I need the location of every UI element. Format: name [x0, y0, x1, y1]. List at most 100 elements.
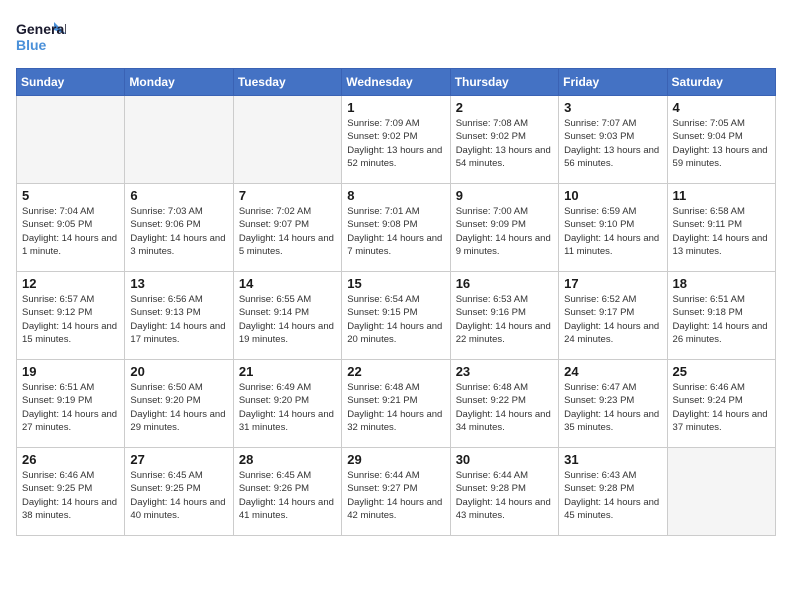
day-number: 20 [130, 364, 227, 379]
day-info: Sunrise: 7:01 AM Sunset: 9:08 PM Dayligh… [347, 205, 444, 258]
calendar-cell: 5 Sunrise: 7:04 AM Sunset: 9:05 PM Daylig… [17, 184, 125, 272]
week-row-1: 1 Sunrise: 7:09 AM Sunset: 9:02 PM Daylig… [17, 96, 776, 184]
day-number: 6 [130, 188, 227, 203]
day-info: Sunrise: 6:55 AM Sunset: 9:14 PM Dayligh… [239, 293, 336, 346]
day-number: 23 [456, 364, 553, 379]
calendar-cell: 26 Sunrise: 6:46 AM Sunset: 9:25 PM Dayli… [17, 448, 125, 536]
day-number: 5 [22, 188, 119, 203]
calendar-cell: 25 Sunrise: 6:46 AM Sunset: 9:24 PM Dayli… [667, 360, 775, 448]
calendar-cell: 29 Sunrise: 6:44 AM Sunset: 9:27 PM Dayli… [342, 448, 450, 536]
calendar-cell: 10 Sunrise: 6:59 AM Sunset: 9:10 PM Dayli… [559, 184, 667, 272]
day-number: 29 [347, 452, 444, 467]
day-info: Sunrise: 7:09 AM Sunset: 9:02 PM Dayligh… [347, 117, 444, 170]
day-info: Sunrise: 7:03 AM Sunset: 9:06 PM Dayligh… [130, 205, 227, 258]
day-number: 11 [673, 188, 770, 203]
day-number: 12 [22, 276, 119, 291]
day-info: Sunrise: 6:44 AM Sunset: 9:27 PM Dayligh… [347, 469, 444, 522]
calendar-cell: 1 Sunrise: 7:09 AM Sunset: 9:02 PM Daylig… [342, 96, 450, 184]
day-number: 16 [456, 276, 553, 291]
day-number: 19 [22, 364, 119, 379]
calendar-cell: 23Sunrise: 6:48 AM Sunset: 9:22 PM Dayli… [450, 360, 558, 448]
day-number: 31 [564, 452, 661, 467]
calendar-cell: 22 Sunrise: 6:48 AM Sunset: 9:21 PM Dayli… [342, 360, 450, 448]
col-header-monday: Monday [125, 69, 233, 96]
day-info: Sunrise: 6:59 AM Sunset: 9:10 PM Dayligh… [564, 205, 661, 258]
calendar-cell: 27 Sunrise: 6:45 AM Sunset: 9:25 PM Dayli… [125, 448, 233, 536]
day-info: Sunrise: 7:00 AM Sunset: 9:09 PM Dayligh… [456, 205, 553, 258]
day-number: 25 [673, 364, 770, 379]
day-number: 2 [456, 100, 553, 115]
day-info: Sunrise: 6:56 AM Sunset: 9:13 PM Dayligh… [130, 293, 227, 346]
calendar-cell: 21Sunrise: 6:49 AM Sunset: 9:20 PM Dayli… [233, 360, 341, 448]
day-number: 8 [347, 188, 444, 203]
col-header-saturday: Saturday [667, 69, 775, 96]
calendar-table: SundayMondayTuesdayWednesdayThursdayFrid… [16, 68, 776, 536]
day-info: Sunrise: 7:07 AM Sunset: 9:03 PM Dayligh… [564, 117, 661, 170]
day-number: 1 [347, 100, 444, 115]
day-info: Sunrise: 6:48 AM Sunset: 9:21 PM Dayligh… [347, 381, 444, 434]
calendar-cell: 24 Sunrise: 6:47 AM Sunset: 9:23 PM Dayli… [559, 360, 667, 448]
calendar-cell: 28 Sunrise: 6:45 AM Sunset: 9:26 PM Dayli… [233, 448, 341, 536]
day-info: Sunrise: 7:04 AM Sunset: 9:05 PM Dayligh… [22, 205, 119, 258]
day-info: Sunrise: 6:44 AM Sunset: 9:28 PM Dayligh… [456, 469, 553, 522]
day-number: 17 [564, 276, 661, 291]
calendar-cell: 20 Sunrise: 6:50 AM Sunset: 9:20 PM Dayli… [125, 360, 233, 448]
day-info: Sunrise: 7:08 AM Sunset: 9:02 PM Dayligh… [456, 117, 553, 170]
calendar-cell [667, 448, 775, 536]
calendar-cell: 11 Sunrise: 6:58 AM Sunset: 9:11 PM Dayli… [667, 184, 775, 272]
day-info: Sunrise: 6:46 AM Sunset: 9:25 PM Dayligh… [22, 469, 119, 522]
day-info: Sunrise: 6:43 AM Sunset: 9:28 PM Dayligh… [564, 469, 661, 522]
calendar-cell [125, 96, 233, 184]
calendar-cell: 19 Sunrise: 6:51 AM Sunset: 9:19 PM Dayli… [17, 360, 125, 448]
day-number: 26 [22, 452, 119, 467]
svg-text:General: General [16, 21, 66, 37]
week-row-3: 12 Sunrise: 6:57 AM Sunset: 9:12 PM Dayli… [17, 272, 776, 360]
day-number: 14 [239, 276, 336, 291]
day-number: 15 [347, 276, 444, 291]
calendar-cell: 2 Sunrise: 7:08 AM Sunset: 9:02 PM Daylig… [450, 96, 558, 184]
day-info: Sunrise: 6:58 AM Sunset: 9:11 PM Dayligh… [673, 205, 770, 258]
day-number: 10 [564, 188, 661, 203]
day-number: 7 [239, 188, 336, 203]
day-info: Sunrise: 6:46 AM Sunset: 9:24 PM Dayligh… [673, 381, 770, 434]
calendar-cell: 31 Sunrise: 6:43 AM Sunset: 9:28 PM Dayli… [559, 448, 667, 536]
calendar-cell [233, 96, 341, 184]
week-row-5: 26 Sunrise: 6:46 AM Sunset: 9:25 PM Dayli… [17, 448, 776, 536]
logo-svg: GeneralBlue [16, 16, 66, 58]
day-number: 27 [130, 452, 227, 467]
day-info: Sunrise: 6:45 AM Sunset: 9:26 PM Dayligh… [239, 469, 336, 522]
page-header: GeneralBlue [16, 16, 776, 58]
calendar-cell: 3Sunrise: 7:07 AM Sunset: 9:03 PM Daylig… [559, 96, 667, 184]
day-number: 21 [239, 364, 336, 379]
col-header-thursday: Thursday [450, 69, 558, 96]
day-info: Sunrise: 6:47 AM Sunset: 9:23 PM Dayligh… [564, 381, 661, 434]
calendar-cell: 16 Sunrise: 6:53 AM Sunset: 9:16 PM Dayli… [450, 272, 558, 360]
calendar-cell: 9 Sunrise: 7:00 AM Sunset: 9:09 PM Daylig… [450, 184, 558, 272]
header-row: SundayMondayTuesdayWednesdayThursdayFrid… [17, 69, 776, 96]
day-info: Sunrise: 6:45 AM Sunset: 9:25 PM Dayligh… [130, 469, 227, 522]
col-header-sunday: Sunday [17, 69, 125, 96]
day-info: Sunrise: 6:53 AM Sunset: 9:16 PM Dayligh… [456, 293, 553, 346]
calendar-cell: 17 Sunrise: 6:52 AM Sunset: 9:17 PM Dayli… [559, 272, 667, 360]
calendar-cell: 12 Sunrise: 6:57 AM Sunset: 9:12 PM Dayli… [17, 272, 125, 360]
day-info: Sunrise: 6:52 AM Sunset: 9:17 PM Dayligh… [564, 293, 661, 346]
calendar-cell: 8 Sunrise: 7:01 AM Sunset: 9:08 PM Daylig… [342, 184, 450, 272]
day-info: Sunrise: 7:05 AM Sunset: 9:04 PM Dayligh… [673, 117, 770, 170]
day-number: 28 [239, 452, 336, 467]
day-info: Sunrise: 6:57 AM Sunset: 9:12 PM Dayligh… [22, 293, 119, 346]
day-number: 4 [673, 100, 770, 115]
day-info: Sunrise: 6:51 AM Sunset: 9:18 PM Dayligh… [673, 293, 770, 346]
svg-text:Blue: Blue [16, 37, 47, 53]
col-header-tuesday: Tuesday [233, 69, 341, 96]
day-number: 22 [347, 364, 444, 379]
calendar-cell [17, 96, 125, 184]
day-info: Sunrise: 6:50 AM Sunset: 9:20 PM Dayligh… [130, 381, 227, 434]
day-number: 13 [130, 276, 227, 291]
day-info: Sunrise: 6:51 AM Sunset: 9:19 PM Dayligh… [22, 381, 119, 434]
day-number: 18 [673, 276, 770, 291]
week-row-4: 19 Sunrise: 6:51 AM Sunset: 9:19 PM Dayli… [17, 360, 776, 448]
calendar-cell: 18 Sunrise: 6:51 AM Sunset: 9:18 PM Dayli… [667, 272, 775, 360]
day-number: 9 [456, 188, 553, 203]
day-number: 24 [564, 364, 661, 379]
calendar-cell: 13 Sunrise: 6:56 AM Sunset: 9:13 PM Dayli… [125, 272, 233, 360]
